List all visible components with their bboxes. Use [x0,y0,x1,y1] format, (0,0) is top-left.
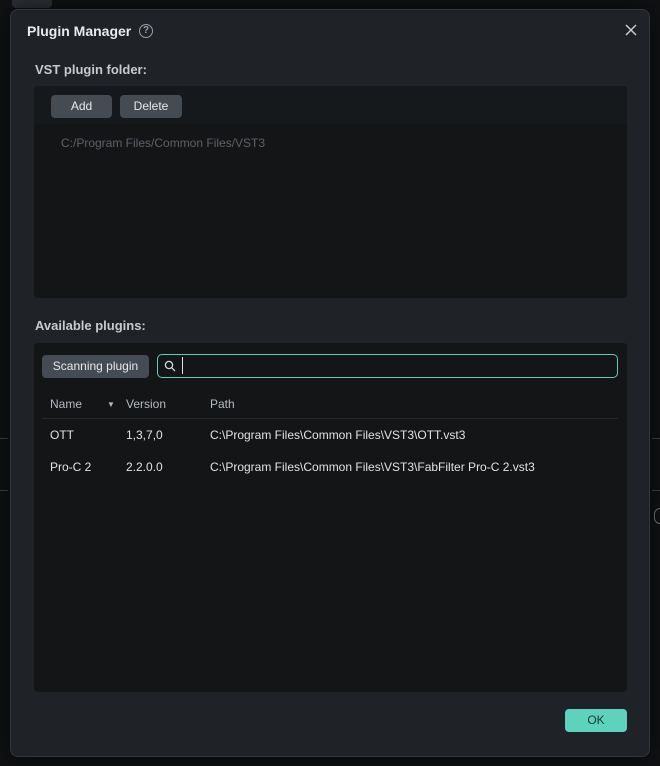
plugin-name: Pro-C 2 [50,460,92,474]
available-plugins-label: Available plugins: [35,318,146,333]
table-header: Name ▼ Version Path [42,393,618,419]
close-icon[interactable] [623,22,639,38]
column-header-name[interactable]: Name [50,397,82,411]
sort-down-icon[interactable]: ▼ [107,400,115,409]
search-box[interactable] [157,354,618,378]
background-divider [0,490,8,491]
plugin-manager-dialog: Plugin Manager ? VST plugin folder: Add … [10,9,650,757]
folder-list-item[interactable]: C:/Program Files/Common Files/VST3 [61,136,265,150]
question-circle-icon[interactable]: ? [139,24,153,38]
dialog-title: Plugin Manager [27,23,132,39]
plugin-version: 2.2.0.0 [126,460,163,474]
search-input[interactable] [182,357,612,374]
background-control [654,508,660,524]
scan-plugins-button[interactable]: Scanning plugin [42,355,149,378]
background-divider [652,490,660,491]
delete-folder-button[interactable]: Delete [120,95,182,118]
column-header-path[interactable]: Path [210,397,235,411]
background-tab [12,0,52,8]
vst-folder-label: VST plugin folder: [35,62,147,77]
search-icon [164,360,176,372]
plugin-name: OTT [50,428,74,442]
plugin-path: C:\Program Files\Common Files\VST3\FabFi… [210,460,535,474]
background-divider [0,438,8,439]
available-plugins-panel: Scanning plugin Name ▼ Version Path OTT … [34,343,627,692]
table-row[interactable]: OTT 1,3,7,0 C:\Program Files\Common File… [42,420,618,452]
table-row[interactable]: Pro-C 2 2.2.0.0 C:\Program Files\Common … [42,452,618,484]
column-header-version[interactable]: Version [126,397,166,411]
plugin-version: 1,3,7,0 [126,428,163,442]
ok-button[interactable]: OK [565,709,627,732]
background-divider [652,438,660,439]
vst-folder-panel: Add Delete C:/Program Files/Common Files… [34,86,627,298]
add-folder-button[interactable]: Add [51,95,112,118]
plugin-path: C:\Program Files\Common Files\VST3\OTT.v… [210,428,466,442]
folder-toolbar: Add Delete [34,86,627,124]
